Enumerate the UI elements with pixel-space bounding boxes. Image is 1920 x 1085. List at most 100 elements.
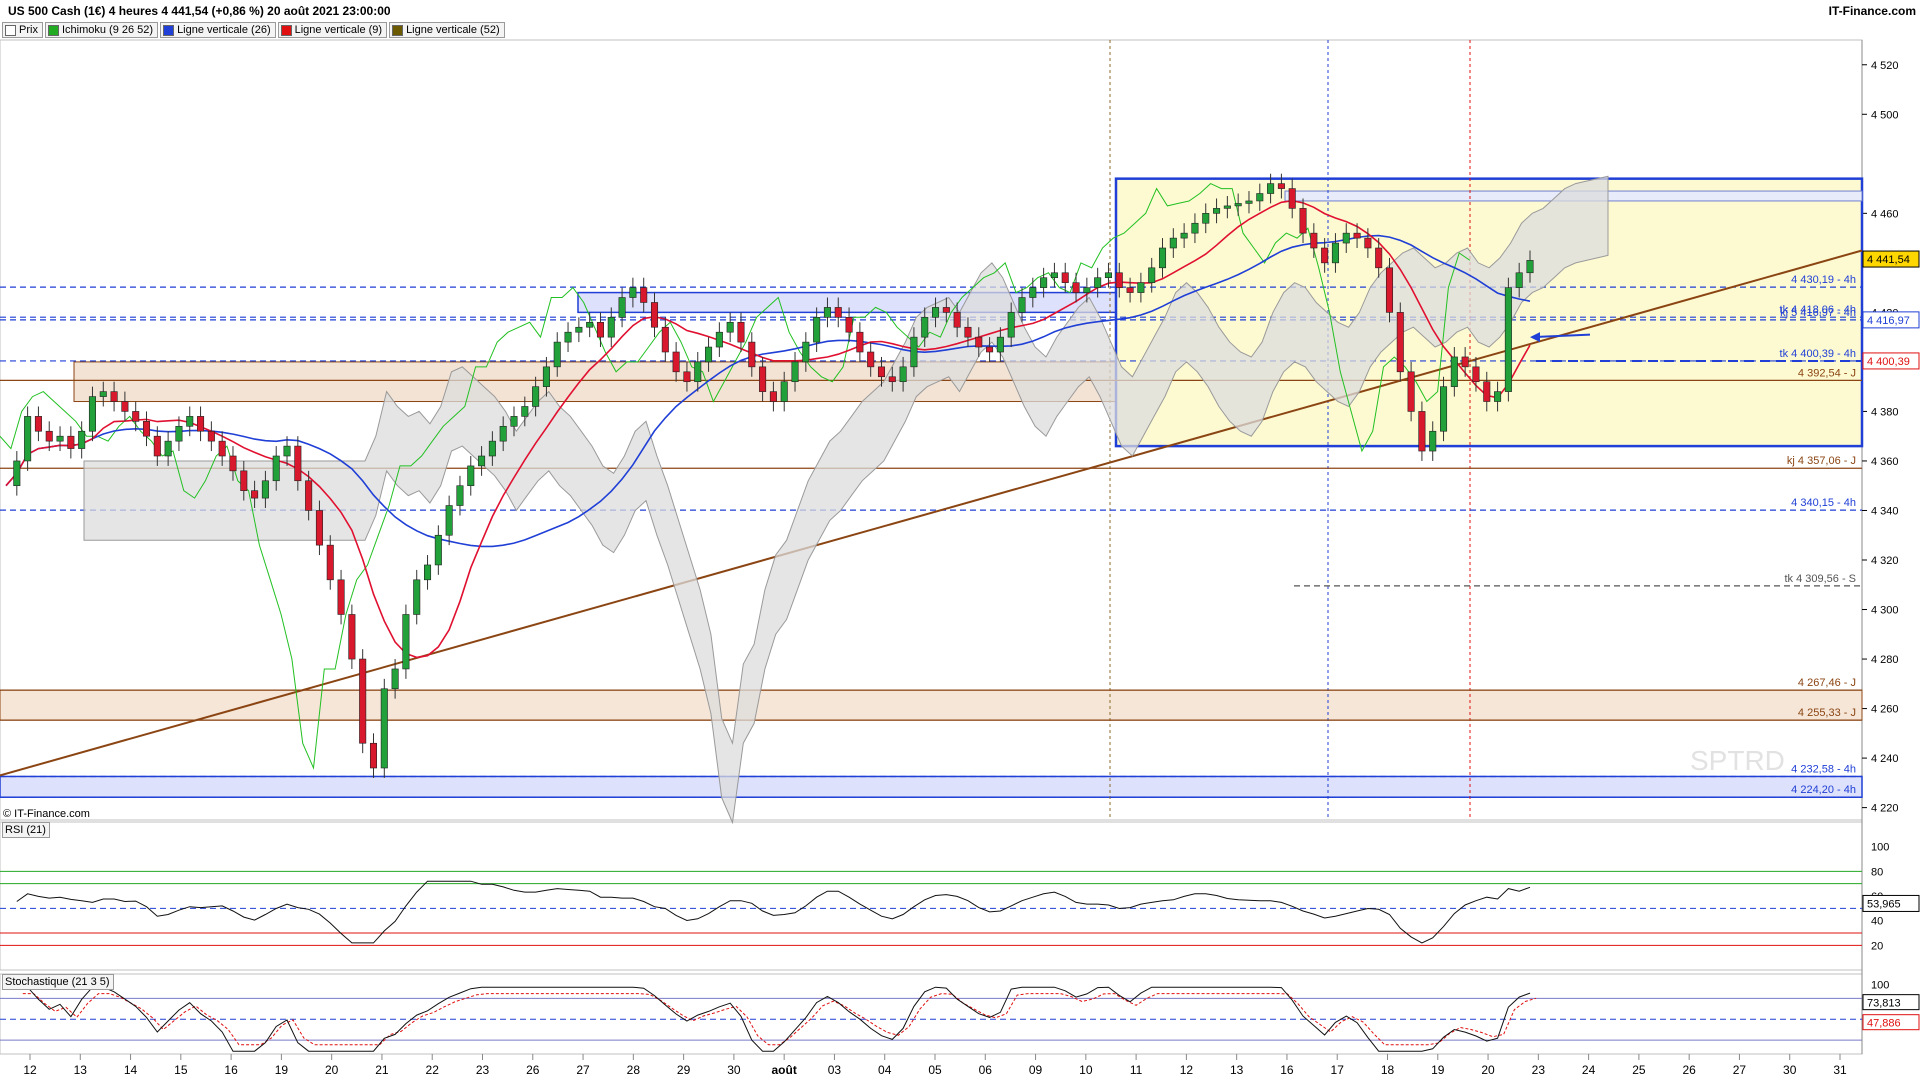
candle-body xyxy=(1396,312,1404,373)
candle-body xyxy=(877,366,886,378)
candle-body xyxy=(1277,183,1285,189)
legend-item-vertical-26[interactable]: Ligne verticale (26) xyxy=(160,22,276,38)
candle-body xyxy=(1245,200,1253,204)
y-tick-label: 4 520 xyxy=(1871,60,1899,72)
candle-body xyxy=(1018,297,1026,313)
candle-body xyxy=(953,312,961,328)
legend-item-vertical-52[interactable]: Ligne verticale (52) xyxy=(389,22,505,38)
candle-body xyxy=(1267,183,1275,194)
candle-body xyxy=(888,376,896,383)
legend-label: Ligne verticale (26) xyxy=(177,24,271,36)
level-label: 4 255,33 - J xyxy=(1798,707,1856,719)
candle-body xyxy=(672,351,680,373)
rsi-panel-label[interactable]: RSI (21) xyxy=(2,822,50,838)
candle-body xyxy=(899,366,907,383)
candle-body xyxy=(867,351,875,368)
x-tick-label: 11 xyxy=(1130,1063,1143,1077)
watermark-line1: SPTRD xyxy=(1690,745,1785,776)
x-tick-label: 03 xyxy=(828,1063,842,1077)
candle-body xyxy=(251,490,259,499)
candle-body xyxy=(510,416,518,427)
legend-item-prix[interactable]: Prix xyxy=(2,22,43,38)
candle-body xyxy=(283,445,291,457)
candle-body xyxy=(834,307,842,318)
candle-body xyxy=(1223,205,1231,209)
y-tick-label: 4 280 xyxy=(1871,654,1899,666)
rsi-panel-frame xyxy=(0,821,1863,971)
candle-body xyxy=(1440,386,1448,432)
candle-body xyxy=(650,302,659,328)
candle-body xyxy=(726,321,734,333)
level-label: 4 267,46 - J xyxy=(1798,677,1856,689)
x-tick-label: 12 xyxy=(1180,1063,1194,1077)
x-tick-label: 09 xyxy=(1029,1063,1043,1077)
level-label: kj 5 416,97 - 4h xyxy=(1780,307,1856,319)
candle-body xyxy=(1061,272,1069,283)
candle-body xyxy=(737,321,745,343)
stoch-panel-label[interactable]: Stochastique (21 3 5) xyxy=(2,974,114,990)
candle-body xyxy=(142,421,151,437)
candle-body xyxy=(586,321,594,328)
candle-body xyxy=(272,455,280,482)
x-tick-label: 30 xyxy=(1783,1063,1797,1077)
legend-label: Ligne verticale (52) xyxy=(406,24,500,36)
candle-body xyxy=(359,658,367,744)
candle-body xyxy=(380,688,388,769)
candle-body xyxy=(197,416,205,432)
candle-body xyxy=(186,416,194,427)
level-label: kj 4 357,06 - J xyxy=(1787,455,1856,467)
level-label: 4 232,58 - 4h xyxy=(1791,763,1856,775)
legend-item-ichimoku[interactable]: Ichimoku (9 26 52) xyxy=(44,22,159,38)
x-tick-label: 16 xyxy=(1280,1063,1294,1077)
candle-body xyxy=(34,416,42,432)
candle-body xyxy=(845,317,853,333)
candle-body xyxy=(1299,208,1307,234)
candle-body xyxy=(305,480,313,511)
candle-body xyxy=(1407,371,1415,412)
candle-body xyxy=(791,361,799,383)
x-tick-label: 05 xyxy=(928,1063,942,1077)
candle-body xyxy=(1288,188,1296,209)
x-tick-label: 26 xyxy=(526,1063,540,1077)
candle-body xyxy=(1083,287,1091,293)
candle-body xyxy=(1472,366,1480,383)
candle-body xyxy=(1429,430,1437,452)
legend-item-vertical-9[interactable]: Ligne verticale (9) xyxy=(277,22,388,38)
y-tick-label: 4 320 xyxy=(1871,555,1899,567)
candle-body xyxy=(1385,267,1394,313)
level-label: tk 4 309,56 - S xyxy=(1784,573,1856,585)
chart-svg: SPTRDIndices - GBL_EUR4 2204 2404 2604 2… xyxy=(0,39,1920,1077)
y-tick-label: 4 360 xyxy=(1871,456,1899,468)
candle-body xyxy=(1375,247,1383,269)
candle-body xyxy=(369,742,378,769)
candle-body xyxy=(424,564,432,581)
level-label: 4 340,15 - 4h xyxy=(1791,497,1856,509)
y-tick-label: 4 260 xyxy=(1871,704,1899,716)
candle-body xyxy=(1256,193,1264,202)
y-tick-label: 4 300 xyxy=(1871,605,1899,617)
x-tick-label: 25 xyxy=(1632,1063,1646,1077)
candle-body xyxy=(618,297,626,318)
x-tick-label: 13 xyxy=(74,1063,88,1077)
candle-body xyxy=(575,326,583,333)
chart-root: SPTRDIndices - GBL_EUR4 2204 2404 2604 2… xyxy=(0,0,1920,1080)
level-label: 4 430,19 - 4h xyxy=(1791,274,1856,286)
candle-body xyxy=(1148,267,1156,283)
candle-body xyxy=(683,371,691,383)
candle-body xyxy=(434,534,442,566)
x-tick-label: 23 xyxy=(476,1063,490,1077)
candle-body xyxy=(1072,282,1080,293)
candle-body xyxy=(661,326,669,353)
x-tick-label: 23 xyxy=(1532,1063,1546,1077)
y-tick-label: 4 340 xyxy=(1871,505,1899,517)
stoch-panel-frame xyxy=(0,973,1863,1055)
x-tick-label: 22 xyxy=(426,1063,440,1077)
candle-body xyxy=(932,307,940,318)
rsi-tick-label: 100 xyxy=(1871,842,1889,854)
y-tick-label: 4 220 xyxy=(1871,803,1899,815)
x-tick-label: 24 xyxy=(1582,1063,1596,1077)
stoch-k-label: 73,813 xyxy=(1867,998,1901,1010)
x-tick-label: 28 xyxy=(627,1063,641,1077)
x-tick-label: août xyxy=(771,1063,796,1077)
candle-body xyxy=(391,668,399,690)
